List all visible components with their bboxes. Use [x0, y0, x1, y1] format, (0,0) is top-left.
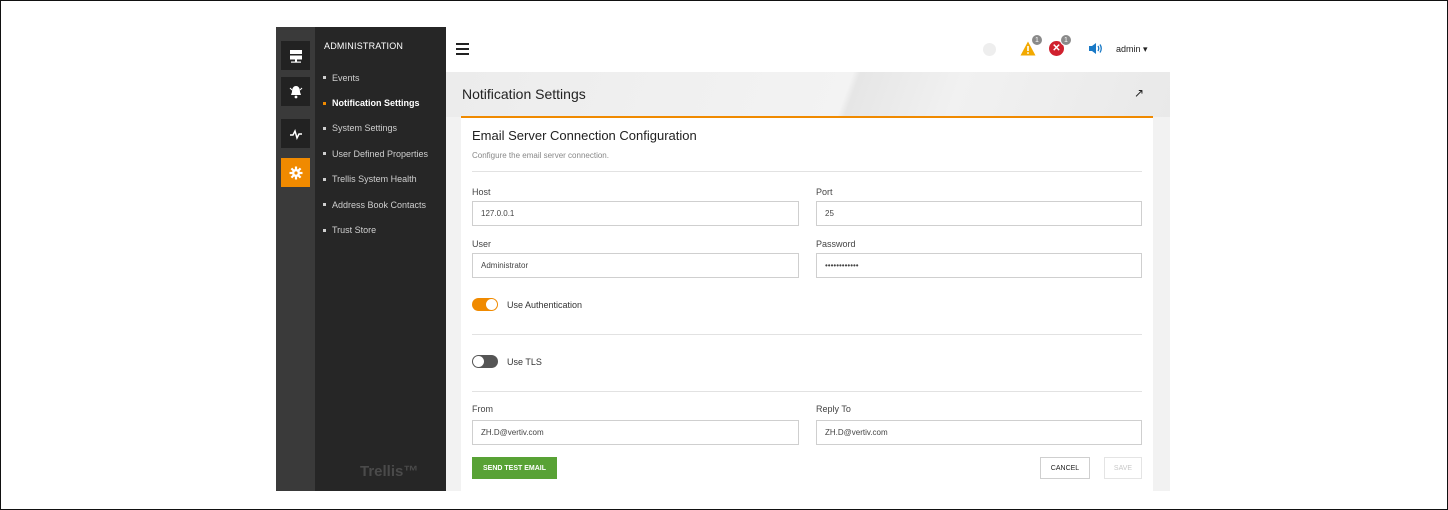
user-field[interactable] [472, 253, 799, 278]
main-content: Notification Settings ↗ Email Server Con… [446, 72, 1170, 491]
divider [472, 171, 1142, 172]
gear-icon[interactable] [281, 158, 310, 187]
bullet-icon [323, 126, 326, 130]
page-header: Notification Settings ↗ [446, 72, 1170, 117]
cancel-button[interactable]: CANCEL [1040, 457, 1090, 479]
email-config-card: Email Server Connection Configuration Co… [461, 116, 1153, 491]
divider [472, 334, 1142, 335]
host-field[interactable] [472, 201, 799, 226]
toggle-knob [473, 356, 484, 367]
menu-item-trust-store[interactable]: Trust Store [323, 217, 428, 242]
menu-item-label: Notification Settings [332, 98, 420, 109]
port-field[interactable] [816, 201, 1142, 226]
speaker-icon[interactable] [1088, 42, 1103, 58]
use-authentication-toggle[interactable] [472, 298, 498, 311]
bullet-icon [323, 203, 326, 207]
menu-title: ADMINISTRATION [324, 41, 404, 51]
save-button[interactable]: SAVE [1104, 457, 1142, 479]
reply-to-label: Reply To [816, 404, 851, 414]
error-count-badge: 1 [1060, 34, 1072, 46]
menu-item-label: User Defined Properties [332, 148, 429, 159]
menu-item-events[interactable]: Events [323, 65, 428, 90]
alarm-bell-icon[interactable] [281, 77, 310, 106]
menu-item-user-defined-properties[interactable]: User Defined Properties [323, 141, 428, 166]
menu-item-trellis-system-health[interactable]: Trellis System Health [323, 167, 428, 192]
reply-to-field[interactable] [816, 420, 1142, 445]
use-authentication-label: Use Authentication [507, 300, 583, 310]
bullet-icon [323, 228, 326, 232]
warning-count-badge: 1 [1031, 34, 1043, 46]
menu-list: Events Notification Settings System Sett… [323, 72, 428, 243]
divider [472, 391, 1142, 392]
user-label: User [472, 239, 492, 249]
icon-rail [276, 27, 315, 491]
send-test-email-button[interactable]: SEND TEST EMAIL [472, 457, 557, 479]
app-window: ADMINISTRATION Events Notification Setti… [276, 27, 1170, 491]
menu-item-notification-settings[interactable]: Notification Settings [323, 90, 428, 115]
menu-item-system-settings[interactable]: System Settings [323, 116, 428, 141]
card-title: Email Server Connection Configuration [472, 128, 697, 143]
hamburger-menu-icon[interactable] [456, 43, 469, 58]
admin-menu: ADMINISTRATION Events Notification Setti… [315, 27, 446, 491]
use-tls-toggle[interactable] [472, 355, 498, 368]
menu-item-label: Trellis System Health [332, 174, 417, 185]
status-dot-icon[interactable] [983, 43, 996, 56]
server-icon-glyph [289, 49, 302, 63]
brand-logo: Trellis™ [360, 463, 419, 480]
from-field[interactable] [472, 420, 799, 445]
user-menu[interactable]: admin ▾ [1116, 44, 1148, 55]
pulse-glyph [289, 128, 302, 140]
bullet-icon [323, 101, 326, 105]
top-bar: 1 ✕ 1 admin ▾ [446, 27, 1170, 72]
pulse-icon[interactable] [281, 119, 310, 148]
menu-item-label: Trust Store [332, 225, 377, 236]
expand-icon[interactable]: ↗ [1134, 86, 1144, 100]
menu-item-label: Events [332, 72, 360, 83]
password-field[interactable] [816, 253, 1142, 278]
card-description: Configure the email server connection. [472, 151, 609, 160]
bullet-icon [323, 177, 326, 181]
alarm-bell-glyph [289, 85, 302, 98]
speaker-glyph [1089, 43, 1102, 54]
server-icon[interactable] [281, 41, 310, 70]
menu-item-label: Address Book Contacts [332, 199, 427, 210]
use-tls-label: Use TLS [507, 357, 542, 367]
port-label: Port [816, 187, 833, 197]
menu-item-address-book-contacts[interactable]: Address Book Contacts [323, 192, 428, 217]
page-title: Notification Settings [462, 86, 586, 102]
menu-item-label: System Settings [332, 123, 398, 134]
password-label: Password [816, 239, 856, 249]
from-label: From [472, 404, 493, 414]
gear-glyph [289, 166, 302, 179]
bullet-icon [323, 152, 326, 156]
toggle-knob [486, 299, 497, 310]
host-label: Host [472, 187, 491, 197]
bullet-icon [323, 76, 326, 80]
